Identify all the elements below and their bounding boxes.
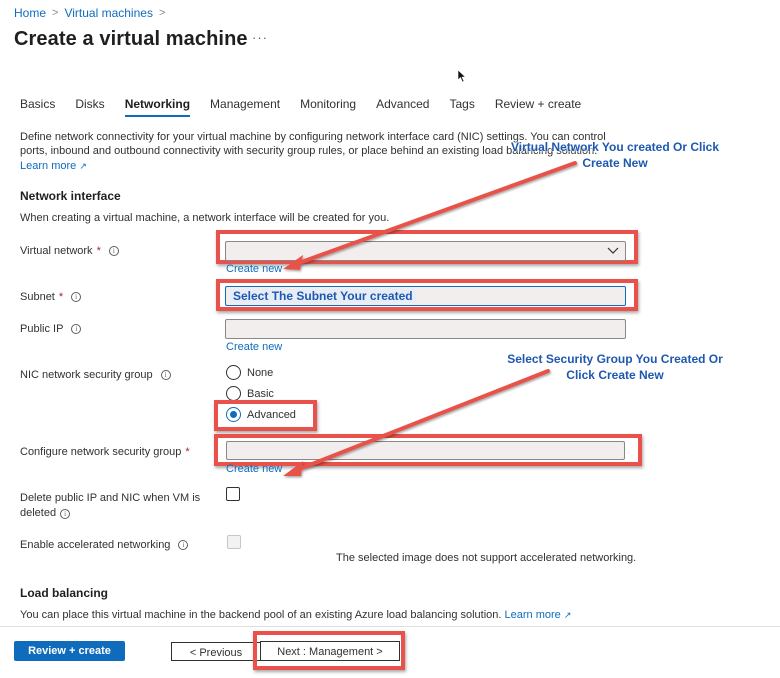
mouse-cursor-icon <box>457 69 467 83</box>
info-icon[interactable]: i <box>108 246 119 256</box>
radio-basic[interactable]: Basic <box>226 386 274 401</box>
virtual-network-create-new[interactable]: Create new <box>226 263 282 275</box>
subnet-label: Subnet * i <box>20 291 82 303</box>
network-interface-subtext: When creating a virtual machine, a netwo… <box>20 212 390 224</box>
tab-basics[interactable]: Basics <box>20 97 55 117</box>
chevron-down-icon <box>607 247 619 254</box>
load-balancing-learn-more-link[interactable]: Learn more <box>505 609 561 621</box>
breadcrumb-virtual-machines[interactable]: Virtual machines <box>64 6 153 20</box>
radio-button[interactable] <box>226 365 241 380</box>
radio-advanced[interactable]: Advanced <box>226 407 296 422</box>
nsg-create-new[interactable]: Create new <box>226 463 282 475</box>
subnet-value: Select The Subnet Your created <box>230 289 416 303</box>
chevron-right-icon: > <box>52 7 59 19</box>
delete-public-ip-label: Delete public IP and NIC when VM is dele… <box>20 492 201 519</box>
radio-none[interactable]: None <box>226 365 273 380</box>
required-asterisk: * <box>58 291 64 303</box>
public-ip-label: Public IP i <box>20 323 82 335</box>
external-link-icon: ↗ <box>79 161 87 171</box>
vnet-callout: Virtual Network You created Or Click Cre… <box>510 140 720 170</box>
info-icon[interactable]: i <box>71 292 82 302</box>
tab-monitoring[interactable]: Monitoring <box>300 97 356 117</box>
accelerated-networking-checkbox[interactable] <box>227 535 241 549</box>
previous-button[interactable]: < Previous <box>171 642 261 661</box>
radio-button-checked[interactable] <box>226 407 241 422</box>
configure-nsg-label: Configure network security group * <box>20 446 190 458</box>
info-icon[interactable]: i <box>71 324 82 334</box>
network-interface-heading: Network interface <box>20 189 121 203</box>
required-asterisk: * <box>185 446 190 458</box>
breadcrumb: Home > Virtual machines > <box>14 6 165 20</box>
virtual-network-dropdown[interactable] <box>225 241 626 261</box>
external-link-icon: ↗ <box>563 610 572 620</box>
radio-button[interactable] <box>226 386 241 401</box>
info-icon[interactable]: i <box>178 540 189 550</box>
public-ip-dropdown[interactable] <box>225 319 626 339</box>
next-management-button[interactable]: Next : Management > <box>260 641 400 661</box>
required-asterisk: * <box>96 245 101 257</box>
nic-nsg-label: NIC network security group i <box>20 369 171 381</box>
load-balancing-heading: Load balancing <box>20 586 109 600</box>
load-balancing-text: You can place this virtual machine in th… <box>20 609 572 621</box>
info-icon[interactable]: i <box>160 370 171 380</box>
accelerated-networking-label: Enable accelerated networking i <box>20 539 189 551</box>
tab-management[interactable]: Management <box>210 97 280 117</box>
public-ip-create-new[interactable]: Create new <box>226 341 282 353</box>
review-create-button[interactable]: Review + create <box>14 641 125 661</box>
virtual-network-label: Virtual network * i <box>20 245 119 257</box>
tab-review-create[interactable]: Review + create <box>495 97 581 117</box>
breadcrumb-home[interactable]: Home <box>14 6 46 20</box>
learn-more-link[interactable]: Learn more <box>20 160 76 172</box>
tab-tags[interactable]: Tags <box>449 97 474 117</box>
tab-networking[interactable]: Networking <box>124 97 191 117</box>
nsg-callout: Select Security Group You Created Or Cli… <box>507 352 723 382</box>
tab-disks[interactable]: Disks <box>75 97 104 117</box>
subnet-dropdown[interactable]: Select The Subnet Your created <box>225 286 626 306</box>
info-icon[interactable]: i <box>60 509 71 519</box>
page-title: Create a virtual machine <box>14 28 248 50</box>
tab-advanced[interactable]: Advanced <box>376 97 429 117</box>
delete-public-ip-checkbox[interactable] <box>226 487 240 501</box>
accelerated-networking-note: The selected image does not support acce… <box>336 552 637 564</box>
tab-bar: Basics Disks Networking Management Monit… <box>20 97 601 117</box>
more-options-icon[interactable]: ··· <box>252 30 268 45</box>
configure-nsg-dropdown[interactable] <box>226 441 625 460</box>
chevron-right-icon: > <box>158 7 166 19</box>
